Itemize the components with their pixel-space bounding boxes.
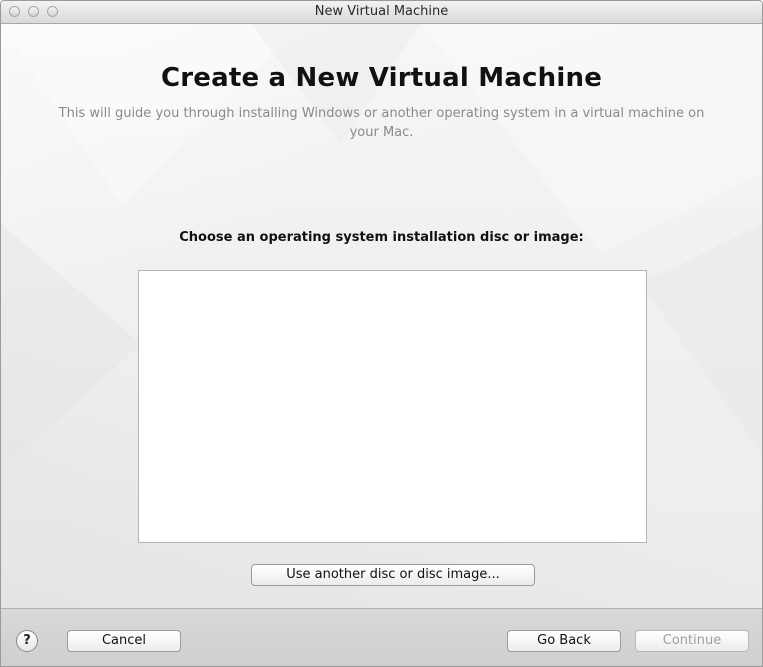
help-button[interactable]: ? xyxy=(16,630,38,652)
assistant-footer: ? Cancel Go Back Continue xyxy=(1,608,762,666)
use-another-disc-button[interactable]: Use another disc or disc image... xyxy=(251,564,535,586)
question-mark-icon: ? xyxy=(23,633,31,648)
title-bar[interactable]: New Virtual Machine xyxy=(1,1,762,24)
assistant-content: Create a New Virtual Machine This will g… xyxy=(1,24,762,608)
page-title: Create a New Virtual Machine xyxy=(160,63,603,93)
vm-assistant-window: New Virtual Machine Create a New Virtual… xyxy=(0,0,763,667)
window-title: New Virtual Machine xyxy=(314,4,449,19)
cancel-button[interactable]: Cancel xyxy=(67,630,181,652)
go-back-button[interactable]: Go Back xyxy=(507,630,621,652)
disc-choice-prompt: Choose an operating system installation … xyxy=(179,230,584,245)
continue-button[interactable]: Continue xyxy=(635,630,749,652)
page-subtitle: This will guide you through installing W… xyxy=(58,106,705,140)
installation-source-list[interactable] xyxy=(138,270,647,543)
